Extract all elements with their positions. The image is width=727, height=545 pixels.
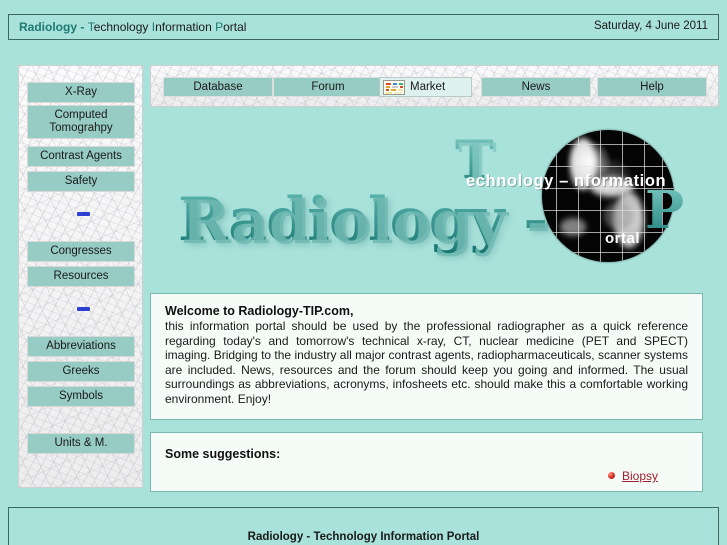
banner-overlay-portal: ortal xyxy=(605,230,641,247)
sidebar-item-greeks[interactable]: Greeks xyxy=(27,361,135,382)
brand-name: Radiology xyxy=(19,20,78,34)
sidebar-item-congresses[interactable]: Congresses xyxy=(27,241,135,262)
title-word-technology: echnology xyxy=(93,20,152,34)
tab-database[interactable]: Database xyxy=(163,77,273,97)
sidebar-separator-2 xyxy=(77,307,90,311)
banner-overlay-technology-information: echnology – nformation xyxy=(466,172,667,190)
sidebar-item-symbols[interactable]: Symbols xyxy=(27,386,135,407)
sidebar-item-safety[interactable]: Safety xyxy=(27,171,135,192)
suggestion-list-item: Biopsy xyxy=(607,468,658,483)
sidebar-item-resources[interactable]: Resources xyxy=(27,266,135,287)
banner-wordmark-radiology: Radiology - xyxy=(178,185,548,255)
sidebar-item-abbreviations[interactable]: Abbreviations xyxy=(27,336,135,357)
tab-help[interactable]: Help xyxy=(597,77,707,97)
spreadsheet-icon xyxy=(383,80,405,95)
sidebar-separator-1 xyxy=(77,212,90,216)
tab-news[interactable]: News xyxy=(481,77,591,97)
footer-bar: Radiology - Technology Information Porta… xyxy=(8,507,719,545)
suggestions-panel: Some suggestions: Biopsy xyxy=(150,432,703,492)
red-bullet-icon xyxy=(607,472,615,480)
header-bar: Radiology - Technology Information Porta… xyxy=(8,14,719,40)
sidebar-item-units-and-measures[interactable]: Units & M. xyxy=(27,433,135,454)
sidebar-item-computed-tomography[interactable]: Computed Tomograhpy xyxy=(27,105,135,139)
header-date: Saturday, 4 June 2011 xyxy=(593,20,708,32)
suggestions-heading: Some suggestions: xyxy=(165,447,281,461)
suggestion-link-biopsy[interactable]: Biopsy xyxy=(622,469,658,483)
footer-text: Radiology - Technology Information Porta… xyxy=(247,531,480,543)
page-title: Radiology - Technology Information Porta… xyxy=(19,20,246,34)
welcome-body-text: this information portal should be used b… xyxy=(165,319,688,406)
welcome-panel: Welcome to Radiology-TIP.com, this infor… xyxy=(150,293,703,420)
title-letter-p: P xyxy=(215,20,224,34)
tab-forum[interactable]: Forum xyxy=(273,77,383,97)
sidebar-item-contrast-agents[interactable]: Contrast Agents xyxy=(27,146,135,167)
welcome-heading: Welcome to Radiology-TIP.com, xyxy=(165,304,354,318)
title-dash: - xyxy=(77,20,88,34)
site-banner: Radiology - T P echnology – nformation o… xyxy=(150,110,719,287)
title-word-information: nformation xyxy=(155,20,216,34)
sidebar: X-Ray Computed Tomograhpy Contrast Agent… xyxy=(18,65,143,488)
title-word-portal: ortal xyxy=(223,20,247,34)
tab-market[interactable]: Market xyxy=(379,77,472,97)
sidebar-item-x-ray[interactable]: X-Ray xyxy=(27,82,135,103)
tab-market-label: Market xyxy=(410,81,446,93)
top-navigation-bar: Database Forum Market News Help xyxy=(150,65,719,107)
